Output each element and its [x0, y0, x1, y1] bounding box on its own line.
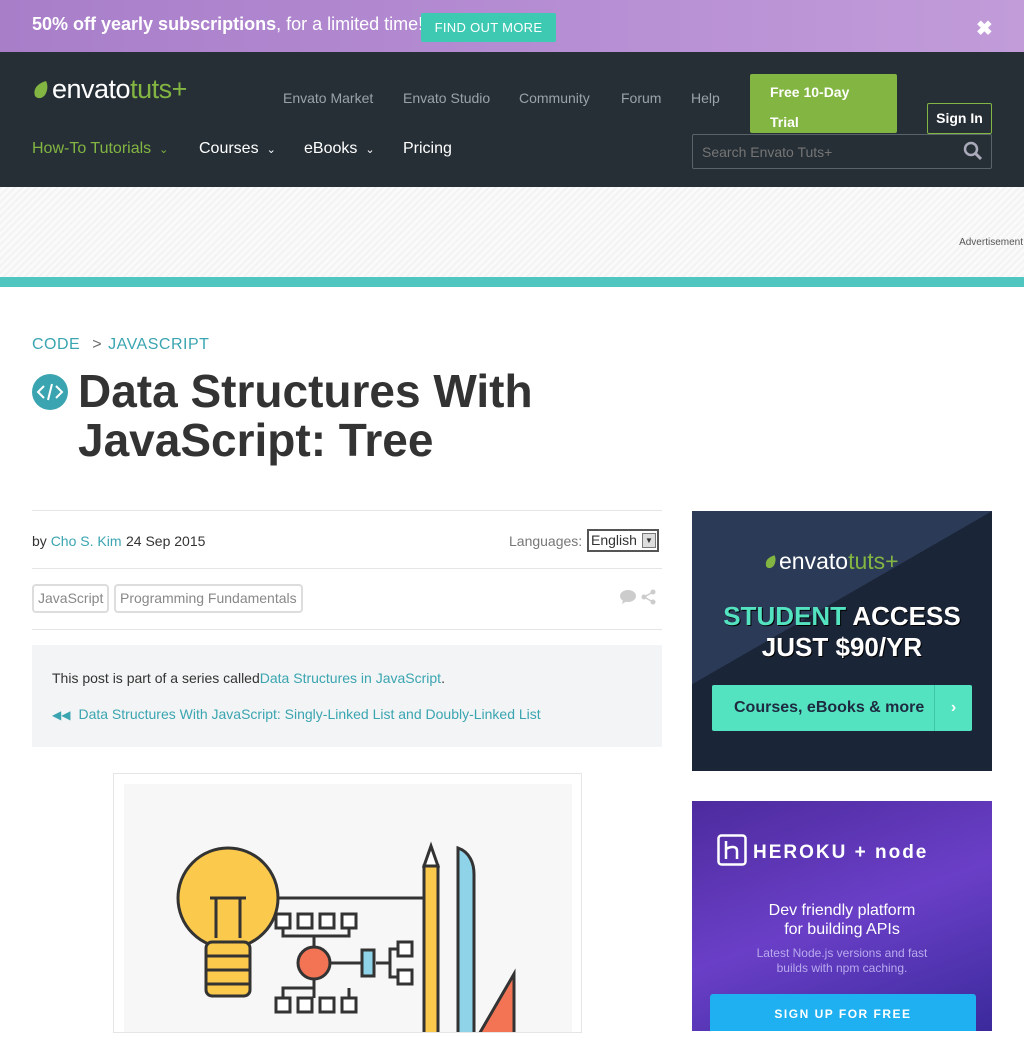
share-controls[interactable]: [619, 589, 657, 610]
sidebar-ad-heroku[interactable]: HEROKU + node Dev friendly platform for b…: [692, 801, 992, 1031]
breadcrumb: CODE > JAVASCRIPT: [32, 336, 209, 354]
sign-up-button[interactable]: SIGN UP FOR FREE: [710, 994, 976, 1031]
language-value: English: [591, 532, 637, 548]
trial-line1: Free 10-Day: [770, 84, 850, 100]
breadcrumb-javascript[interactable]: JAVASCRIPT: [108, 336, 209, 353]
nav-envato-market[interactable]: Envato Market: [283, 90, 373, 106]
heroku-sub-1: Latest Node.js versions and fast: [756, 946, 928, 960]
heroku-title-2: for building APIs: [784, 921, 900, 938]
previous-post-label: Data Structures With JavaScript: Singly-…: [78, 706, 541, 722]
nav-community[interactable]: Community: [519, 90, 590, 106]
ad-logo-main: envato: [779, 548, 849, 574]
breadcrumb-separator: >: [92, 336, 103, 353]
series-prefix: This post is part of a series called: [52, 670, 260, 686]
nav-how-to-tutorials[interactable]: How-To Tutorials ⌄: [32, 140, 168, 158]
code-icon: [32, 374, 68, 410]
series-suffix: .: [441, 670, 445, 686]
nav-ebooks-label: eBooks: [304, 140, 358, 157]
publish-date: 24 Sep 2015: [126, 533, 206, 549]
author-link[interactable]: Cho S. Kim: [51, 533, 122, 549]
nav-help[interactable]: Help: [691, 90, 720, 106]
courses-button-label: Courses, eBooks & more: [734, 699, 925, 716]
sign-in-button[interactable]: Sign In: [927, 103, 992, 134]
hero-illustration: [113, 773, 582, 1037]
leaf-icon: [34, 81, 48, 99]
heroku-icon: [717, 834, 747, 866]
dropdown-arrow-icon: ▼: [642, 533, 656, 548]
headline-highlight: STUDENT: [723, 601, 847, 631]
nav-courses[interactable]: Courses ⌄: [199, 140, 276, 158]
chevron-down-icon: ⌄: [365, 144, 375, 156]
rewind-icon: ◀◀: [52, 708, 71, 722]
breadcrumb-code[interactable]: CODE: [32, 336, 80, 353]
byline: by Cho S. Kim: [32, 533, 122, 549]
heroku-node-logo: HEROKU + node: [717, 834, 928, 866]
tag-javascript[interactable]: JavaScript: [32, 584, 110, 613]
heroku-sub-2: builds with npm caching.: [776, 961, 908, 975]
find-out-more-button[interactable]: FIND OUT MORE: [421, 13, 556, 42]
chevron-down-icon: ⌄: [266, 144, 276, 156]
chevron-down-icon: ⌄: [159, 144, 169, 156]
leaf-icon: [765, 555, 776, 569]
free-trial-button[interactable]: Free 10-Day Trial: [750, 74, 897, 133]
nav-ebooks[interactable]: eBooks ⌄: [304, 140, 375, 158]
search-box: [692, 134, 992, 169]
chevron-right-icon: ›: [934, 685, 972, 731]
nav-envato-studio[interactable]: Envato Studio: [403, 90, 490, 106]
series-box: This post is part of a series calledData…: [32, 645, 662, 747]
series-link[interactable]: Data Structures in JavaScript: [260, 670, 441, 686]
nav-forum[interactable]: Forum: [621, 90, 661, 106]
ad-logo-tuts: tuts+: [848, 548, 899, 574]
nav-pricing[interactable]: Pricing: [403, 140, 452, 158]
heroku-subtitle: Latest Node.js versions and fast builds w…: [692, 946, 992, 976]
tree-illustration: [124, 784, 572, 1037]
student-headline: STUDENT ACCESS JUST $90/YR: [692, 601, 992, 663]
logo-main: envato: [52, 74, 131, 104]
promo-rest: , for a limited time!: [276, 14, 424, 34]
promo-text: 50% off yearly subscriptions, for a limi…: [32, 14, 423, 35]
by-label: by: [32, 533, 47, 549]
tag-programming-fundamentals[interactable]: Programming Fundamentals: [114, 584, 303, 613]
previous-post-link[interactable]: ◀◀ Data Structures With JavaScript: Singl…: [52, 706, 541, 722]
article-meta: by Cho S. Kim 24 Sep 2015 Languages: Eng…: [32, 510, 662, 569]
tag-row: JavaScript Programming Fundamentals: [32, 569, 662, 630]
site-header: envatotuts+ Envato Market Envato Studio …: [0, 52, 1024, 187]
page-title: Data Structures With JavaScript: Tree: [78, 365, 533, 466]
trial-line2: Trial: [770, 114, 799, 130]
nav-courses-label: Courses: [199, 140, 259, 157]
divider-bar: [0, 277, 1024, 287]
languages-label: Languages:: [509, 533, 583, 549]
promo-bold: 50% off yearly subscriptions: [32, 14, 277, 34]
series-description: This post is part of a series calledData…: [52, 670, 445, 686]
heroku-label: HEROKU + node: [753, 842, 929, 863]
nav-how-to-label: How-To Tutorials: [32, 140, 152, 157]
logo-tuts: tuts+: [130, 74, 187, 104]
comment-icon[interactable]: [619, 589, 637, 605]
headline-price: JUST $90/YR: [761, 632, 923, 662]
search-input[interactable]: [693, 135, 953, 168]
promo-banner: 50% off yearly subscriptions, for a limi…: [0, 0, 1024, 52]
share-icon[interactable]: [641, 589, 657, 605]
ad-banner[interactable]: Advertisement: [0, 187, 1024, 277]
language-select[interactable]: English ▼: [587, 529, 659, 552]
sidebar-ad-student[interactable]: envatotuts+ STUDENT ACCESS JUST $90/YR Co…: [692, 511, 992, 771]
headline-rest: ACCESS: [846, 601, 961, 631]
heroku-title: Dev friendly platform for building APIs: [692, 901, 992, 939]
ad-label: Advertisement: [959, 237, 1023, 248]
close-icon[interactable]: ✖: [976, 16, 993, 41]
courses-ebooks-button[interactable]: Courses, eBooks & more ›: [712, 685, 972, 731]
heroku-title-1: Dev friendly platform: [768, 902, 916, 919]
search-icon[interactable]: [963, 141, 983, 161]
envato-tuts-logo: envatotuts+: [764, 548, 899, 575]
envato-tuts-logo[interactable]: envatotuts+: [32, 74, 187, 105]
